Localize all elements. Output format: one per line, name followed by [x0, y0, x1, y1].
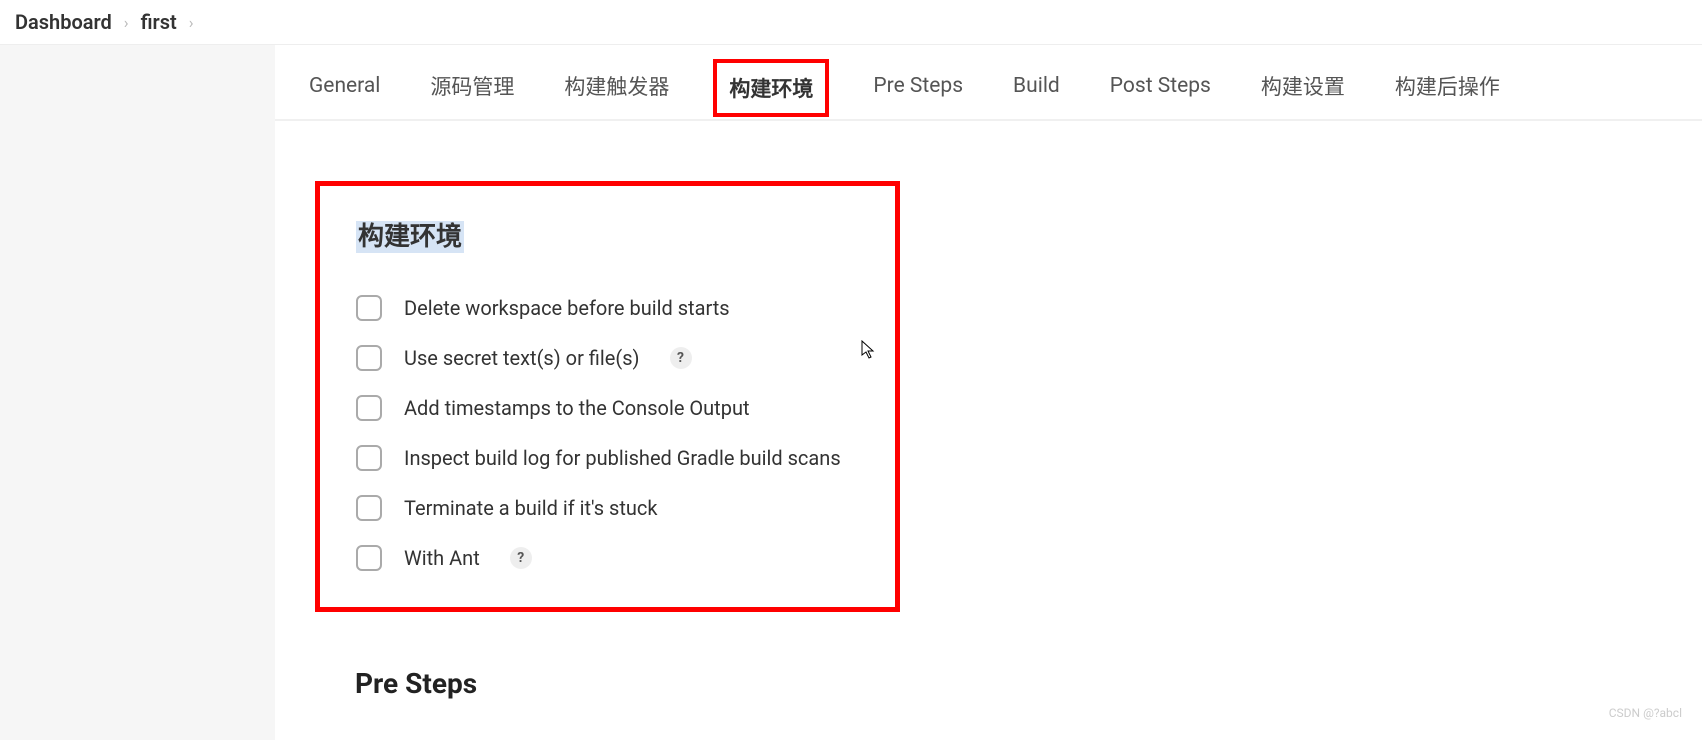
checkbox-list: Delete workspace before build starts Use… [356, 295, 859, 571]
help-icon[interactable]: ? [510, 547, 532, 569]
checkbox-terminate-stuck[interactable] [356, 495, 382, 521]
tab-post-build-actions[interactable]: 构建后操作 [1389, 53, 1506, 119]
tab-pre-steps[interactable]: Pre Steps [867, 56, 969, 116]
checkbox-gradle-scans[interactable] [356, 445, 382, 471]
breadcrumb-dashboard[interactable]: Dashboard [15, 10, 112, 34]
option-label: With Ant [404, 546, 480, 570]
tab-build[interactable]: Build [1007, 56, 1066, 116]
content-area: 构建环境 Delete workspace before build start… [275, 121, 1702, 740]
chevron-right-icon: › [189, 13, 194, 32]
option-label: Use secret text(s) or file(s) [404, 346, 640, 370]
option-timestamps: Add timestamps to the Console Output [356, 395, 859, 421]
option-label: Add timestamps to the Console Output [404, 396, 750, 420]
chevron-right-icon: › [124, 13, 129, 32]
checkbox-delete-workspace[interactable] [356, 295, 382, 321]
tab-post-steps[interactable]: Post Steps [1104, 56, 1217, 116]
option-label: Terminate a build if it's stuck [404, 496, 658, 520]
tab-build-settings[interactable]: 构建设置 [1255, 53, 1351, 119]
breadcrumb-first[interactable]: first [141, 10, 177, 34]
option-gradle-scans: Inspect build log for published Gradle b… [356, 445, 859, 471]
checkbox-timestamps[interactable] [356, 395, 382, 421]
breadcrumb: Dashboard › first › [0, 0, 1702, 45]
checkbox-secret-text[interactable] [356, 345, 382, 371]
layout: General 源码管理 构建触发器 构建环境 Pre Steps Build … [0, 45, 1702, 740]
help-icon[interactable]: ? [670, 347, 692, 369]
watermark: CSDN @?abcl [1609, 706, 1682, 720]
tab-source-code[interactable]: 源码管理 [424, 53, 520, 119]
pre-steps-title: Pre Steps [355, 667, 1662, 700]
option-label: Delete workspace before build starts [404, 296, 730, 320]
section-title: 构建环境 [356, 221, 464, 253]
build-environment-section: 构建环境 Delete workspace before build start… [315, 181, 900, 612]
checkbox-with-ant[interactable] [356, 545, 382, 571]
option-delete-workspace: Delete workspace before build starts [356, 295, 859, 321]
option-with-ant: With Ant ? [356, 545, 859, 571]
tabs-nav: General 源码管理 构建触发器 构建环境 Pre Steps Build … [275, 45, 1702, 121]
pre-steps-section: Pre Steps [315, 667, 1662, 700]
main-content: General 源码管理 构建触发器 构建环境 Pre Steps Build … [275, 45, 1702, 740]
option-secret-text: Use secret text(s) or file(s) ? [356, 345, 859, 371]
tab-general[interactable]: General [303, 56, 386, 116]
sidebar [0, 45, 275, 740]
tab-build-triggers[interactable]: 构建触发器 [558, 53, 675, 119]
option-terminate-stuck: Terminate a build if it's stuck [356, 495, 859, 521]
tab-build-environment[interactable]: 构建环境 [713, 59, 829, 117]
option-label: Inspect build log for published Gradle b… [404, 446, 841, 470]
